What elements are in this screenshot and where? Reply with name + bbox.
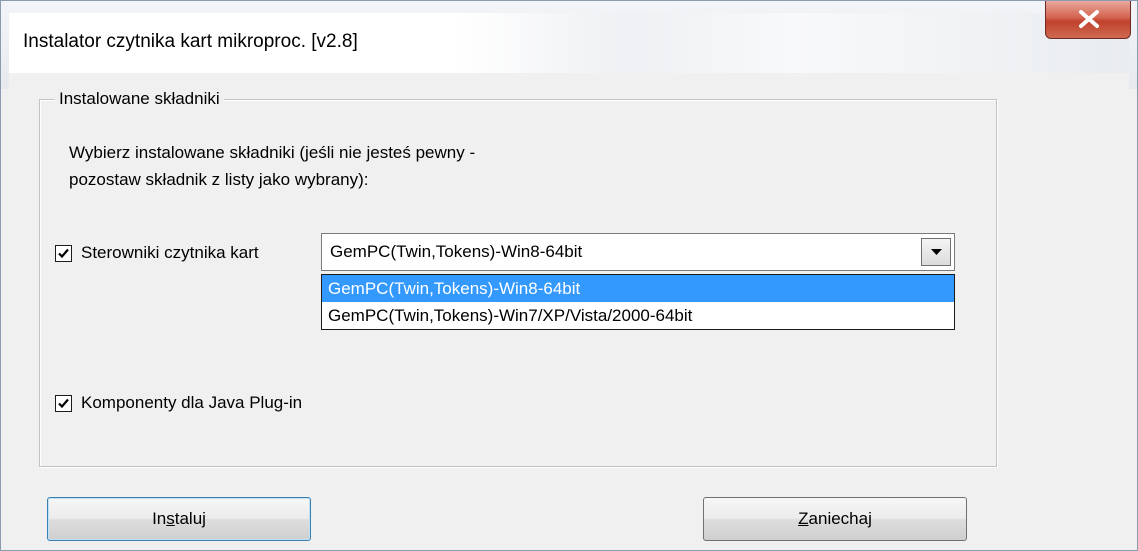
cancel-button-label: Zaniechaj xyxy=(798,509,872,529)
checkmark-icon xyxy=(58,398,69,408)
checkmark-icon xyxy=(58,248,69,258)
drivers-checkbox-label: Sterowniki czytnika kart xyxy=(81,243,259,262)
java-checkbox-row[interactable]: Komponenty dla Java Plug-in xyxy=(55,393,302,413)
install-button[interactable]: Instaluj xyxy=(47,497,311,541)
java-checkbox[interactable] xyxy=(55,394,72,412)
cancel-button[interactable]: Zaniechaj xyxy=(703,497,967,541)
description-line-1: Wybierz instalowane składniki (jeśli nie… xyxy=(69,143,476,162)
install-label-part1: In xyxy=(152,509,167,528)
install-label-accel: s xyxy=(166,509,175,528)
close-button[interactable] xyxy=(1045,1,1131,39)
drivers-dropdown-list: GemPC(Twin,Tokens)-Win8-64bit GemPC(Twin… xyxy=(321,274,955,330)
drivers-combobox-value: GemPC(Twin,Tokens)-Win8-64bit xyxy=(330,242,583,261)
drivers-checkbox[interactable] xyxy=(55,244,72,262)
components-description: Wybierz instalowane składniki (jeśli nie… xyxy=(69,139,475,193)
window-title: Instalator czytnika kart mikroproc. [v2.… xyxy=(23,31,358,52)
client-area: Instalowane składniki Wybierz instalowan… xyxy=(9,73,1129,543)
install-button-label: Instaluj xyxy=(152,509,206,529)
combobox-dropdown-button[interactable] xyxy=(921,238,951,266)
java-checkbox-label: Komponenty dla Java Plug-in xyxy=(81,393,303,412)
chevron-down-icon xyxy=(931,249,942,255)
installer-window: Instalator czytnika kart mikroproc. [v2.… xyxy=(0,0,1138,551)
dropdown-option-win7[interactable]: GemPC(Twin,Tokens)-Win7/XP/Vista/2000-64… xyxy=(322,302,954,329)
drivers-checkbox-row[interactable]: Sterowniki czytnika kart xyxy=(55,243,259,263)
close-icon xyxy=(1079,10,1099,28)
description-line-2: pozostaw składnik z listy jako wybrany): xyxy=(69,170,369,189)
install-label-part2: taluj xyxy=(174,509,206,528)
groupbox-legend: Instalowane składniki xyxy=(55,89,224,109)
cancel-label-accel: Z xyxy=(798,509,809,528)
dropdown-option-win8[interactable]: GemPC(Twin,Tokens)-Win8-64bit xyxy=(322,275,954,302)
drivers-combobox[interactable]: GemPC(Twin,Tokens)-Win8-64bit xyxy=(321,233,955,271)
cancel-label-part2: aniechaj xyxy=(808,509,872,528)
